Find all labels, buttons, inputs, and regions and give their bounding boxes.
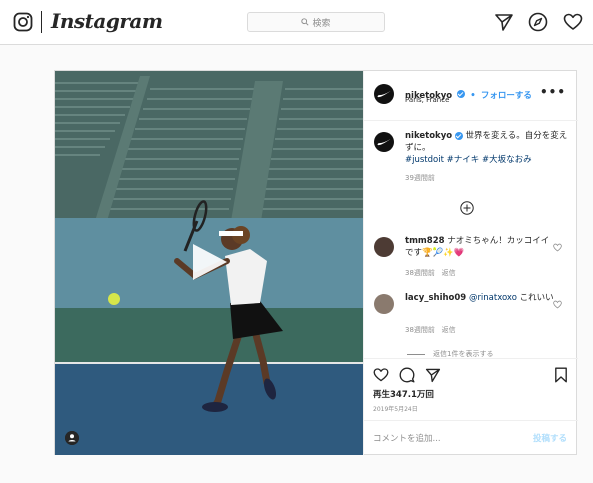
nike-swoosh-icon bbox=[377, 139, 391, 146]
post-date[interactable]: 2019年5月24日 bbox=[373, 404, 418, 413]
author-avatar[interactable] bbox=[374, 84, 394, 104]
comment-username[interactable]: lacy_shiho09 bbox=[405, 293, 466, 303]
comment-meta: 38週間前 返信 bbox=[405, 325, 456, 335]
post-card: niketokyo • フォローする Paris, France ••• nik… bbox=[54, 70, 578, 455]
commenter-avatar[interactable] bbox=[374, 237, 394, 257]
activity-heart-icon[interactable] bbox=[563, 12, 583, 32]
top-navigation-bar: Instagram 検索 bbox=[0, 0, 593, 45]
save-bookmark-icon[interactable] bbox=[553, 367, 569, 383]
reply-button[interactable]: 返信 bbox=[442, 269, 456, 277]
post-sidebar: niketokyo • フォローする Paris, France ••• nik… bbox=[363, 71, 578, 455]
comment-input[interactable]: コメントを追加... bbox=[373, 432, 441, 444]
instagram-wordmark[interactable]: Instagram bbox=[51, 9, 163, 33]
logo-divider bbox=[41, 11, 42, 33]
post-location[interactable]: Paris, France bbox=[405, 96, 449, 104]
search-input[interactable]: 検索 bbox=[247, 12, 385, 32]
reply-button[interactable]: 返信 bbox=[442, 326, 456, 334]
tagged-user-icon[interactable] bbox=[65, 431, 79, 445]
share-send-icon[interactable] bbox=[425, 367, 441, 383]
more-options-icon[interactable]: ••• bbox=[540, 85, 566, 99]
play-video-icon[interactable] bbox=[189, 242, 229, 282]
load-more-comments-icon[interactable] bbox=[460, 201, 474, 215]
comment-age[interactable]: 38週間前 bbox=[405, 269, 435, 277]
caption-username[interactable]: niketokyo bbox=[405, 131, 452, 141]
commenter-avatar[interactable] bbox=[374, 294, 394, 314]
like-comment-heart-icon[interactable] bbox=[553, 300, 562, 309]
post-actions: 再生347.1万回 2019年5月24日 bbox=[364, 358, 578, 415]
comment-username[interactable]: tmm828 bbox=[405, 236, 445, 246]
caption-hashtags[interactable]: #justdoit #ナイキ #大坂なおみ bbox=[405, 155, 532, 165]
caption-age[interactable]: 39週間前 bbox=[405, 172, 575, 184]
post-video[interactable] bbox=[55, 71, 363, 455]
instagram-logo-icon[interactable] bbox=[13, 12, 33, 32]
comment-meta: 38週間前 返信 bbox=[405, 268, 456, 278]
comment-item: lacy_shiho09 @rinatxoxo これいい 38週間前 返信 bbox=[374, 292, 570, 342]
direct-message-icon[interactable] bbox=[494, 12, 514, 32]
comment-body: lacy_shiho09 @rinatxoxo これいい bbox=[405, 292, 555, 304]
comment-text: これいい bbox=[519, 293, 554, 303]
comment-item: tmm828 ナオミちゃん！カッコイイです🏆🎾✨💗 38週間前 返信 bbox=[374, 235, 570, 285]
like-heart-icon[interactable] bbox=[373, 367, 389, 383]
nike-swoosh-icon bbox=[377, 91, 391, 98]
verified-badge-icon bbox=[457, 89, 466, 98]
search-placeholder: 検索 bbox=[312, 18, 331, 29]
caption-text-block: niketokyo 世界を変える。自分を変えずに。 #justdoit #ナイキ… bbox=[405, 130, 575, 184]
comment-body: tmm828 ナオミちゃん！カッコイイです🏆🎾✨💗 bbox=[405, 235, 555, 259]
explore-compass-icon[interactable] bbox=[528, 12, 548, 32]
verified-badge-icon bbox=[454, 131, 463, 140]
comment-mention[interactable]: @rinatxoxo bbox=[469, 293, 517, 303]
follow-button[interactable]: フォローする bbox=[481, 91, 532, 101]
post-comment-button[interactable]: 投稿する bbox=[533, 432, 567, 444]
separator-dot: • bbox=[470, 91, 476, 101]
like-comment-heart-icon[interactable] bbox=[553, 243, 562, 252]
post-header: niketokyo • フォローする Paris, France ••• bbox=[364, 71, 578, 121]
caption-avatar[interactable] bbox=[374, 132, 394, 152]
view-count[interactable]: 再生347.1万回 bbox=[373, 388, 434, 400]
add-comment-bar: コメントを追加... 投稿する bbox=[364, 420, 578, 456]
search-icon bbox=[301, 18, 310, 26]
comment-bubble-icon[interactable] bbox=[399, 367, 415, 383]
comment-age[interactable]: 38週間前 bbox=[405, 326, 435, 334]
